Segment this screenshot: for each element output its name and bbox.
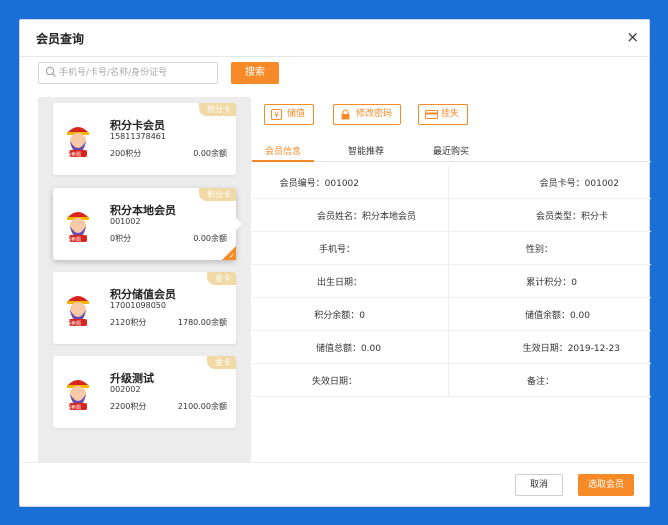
report-loss-label: 挂失	[441, 109, 460, 119]
info-cell: 生效日期：2019-12-23	[522, 344, 620, 354]
member-phone: 15811378461	[110, 132, 166, 141]
info-cell: 手机号：	[318, 245, 355, 255]
row-divider	[448, 232, 449, 264]
member-info-table: 会员编号：001002 会员卡号：001002 会员姓名：积分本地会员 会员类型…	[251, 166, 651, 397]
info-cell: 积分余额：0	[314, 311, 365, 321]
card-type-tag: 积分卡	[199, 188, 236, 201]
row-divider	[448, 199, 449, 231]
info-cell: 会员类型：积分卡	[535, 212, 608, 222]
active-tab-indicator	[252, 160, 314, 162]
avatar-badge: 保卖题	[66, 237, 82, 243]
info-row: 失效日期： 备注：	[251, 364, 651, 397]
card-type-tag: 积分卡	[199, 103, 236, 116]
info-cell: 储值总额：0.00	[315, 344, 381, 354]
search-icon	[45, 66, 56, 77]
member-balance: 1780.00余额	[177, 318, 227, 327]
yen-icon: ¥	[271, 109, 282, 120]
member-points: 2120积分	[110, 318, 147, 327]
member-name: 积分卡会员	[110, 119, 165, 132]
info-cell: 会员卡号：001002	[539, 179, 619, 189]
member-points: 0积分	[110, 234, 132, 243]
member-points: 200积分	[110, 149, 142, 158]
info-row: 出生日期： 累计积分：0	[251, 265, 651, 298]
row-divider	[448, 166, 449, 198]
avatar-badge: 保卖题	[66, 405, 82, 411]
selection-pointer	[236, 218, 242, 230]
member-phone: 002002	[110, 385, 141, 394]
member-card[interactable]: 保卖题 积分储值会员 17001098050 2120积分 1780.00余额 …	[53, 272, 236, 344]
info-cell: 累计积分：0	[526, 278, 577, 288]
member-list: 保卖题 积分卡会员 15811378461 200积分 0.00余额 积分卡 保…	[38, 97, 251, 462]
footer-divider	[20, 462, 649, 463]
info-row: 会员编号：001002 会员卡号：001002	[251, 166, 651, 199]
member-query-dialog: 会员查询 × 搜索 保卖题 积分卡会员 15811378461 200积分 0.…	[19, 19, 651, 507]
member-name: 积分储值会员	[110, 288, 176, 301]
info-row: 会员姓名：积分本地会员 会员类型：积分卡	[251, 199, 651, 232]
member-name: 积分本地会员	[110, 204, 176, 217]
card-type-tag: 金卡	[207, 272, 236, 285]
member-phone: 17001098050	[110, 301, 166, 310]
info-row: 储值总额：0.00 生效日期：2019-12-23	[251, 331, 651, 364]
info-cell: 出生日期：	[316, 278, 362, 288]
row-divider	[448, 331, 449, 363]
member-points: 2200积分	[110, 402, 147, 411]
dialog-header: 会员查询 ×	[20, 20, 649, 57]
avatar-badge: 保卖题	[66, 152, 82, 158]
report-loss-button[interactable]: 挂失	[418, 104, 469, 125]
card-icon	[425, 110, 438, 119]
info-cell: 性别：	[525, 245, 553, 255]
svg-text:¥: ¥	[274, 111, 279, 120]
info-row: 手机号： 性别：	[251, 232, 651, 265]
info-cell: 会员姓名：积分本地会员	[316, 212, 416, 222]
info-cell: 会员编号：001002	[279, 179, 359, 189]
row-divider	[448, 364, 449, 396]
member-balance: 2100.00余额	[177, 402, 227, 411]
card-type-tag: 金卡	[207, 356, 236, 369]
change-password-label: 修改密码	[356, 109, 393, 119]
close-icon[interactable]: ×	[626, 28, 639, 46]
member-name: 升级测试	[110, 372, 154, 385]
row-divider	[448, 298, 449, 330]
search-input[interactable]	[59, 64, 214, 82]
member-phone: 001002	[110, 217, 141, 226]
store-value-button[interactable]: ¥ 储值	[264, 104, 315, 125]
select-member-button[interactable]: 选取会员	[578, 474, 634, 496]
row-divider	[448, 265, 449, 297]
tab-smart-recommend[interactable]: 智能推荐	[348, 144, 384, 157]
check-icon: ✓	[229, 252, 235, 260]
member-balance: 0.00余额	[193, 149, 227, 158]
tab-member-info[interactable]: 会员信息	[265, 144, 301, 157]
dialog-title: 会员查询	[36, 32, 85, 46]
info-cell: 备注：	[526, 377, 554, 387]
member-card[interactable]: 保卖题 积分卡会员 15811378461 200积分 0.00余额 积分卡	[53, 103, 236, 175]
info-row: 积分余额：0 储值余额：0.00	[251, 298, 651, 331]
member-balance: 0.00余额	[193, 234, 227, 243]
tab-recent-purchase[interactable]: 最近购买	[433, 144, 469, 157]
detail-tabs: 会员信息 智能推荐 最近购买	[251, 140, 651, 162]
change-password-button[interactable]: 修改密码	[333, 104, 402, 125]
store-value-label: 储值	[287, 109, 306, 119]
info-cell: 失效日期：	[311, 377, 357, 387]
avatar-badge: 保卖题	[66, 321, 82, 327]
member-card[interactable]: 保卖题 升级测试 002002 2200积分 2100.00余额 金卡	[53, 356, 236, 428]
lock-icon	[341, 109, 350, 120]
member-card-selected[interactable]: 保卖题 积分本地会员 001002 0积分 0.00余额 积分卡 ✓	[53, 188, 242, 260]
cancel-button[interactable]: 取消	[515, 474, 563, 496]
search-field[interactable]	[38, 62, 218, 84]
search-button[interactable]: 搜索	[231, 62, 279, 84]
info-cell: 储值余额：0.00	[524, 311, 590, 321]
